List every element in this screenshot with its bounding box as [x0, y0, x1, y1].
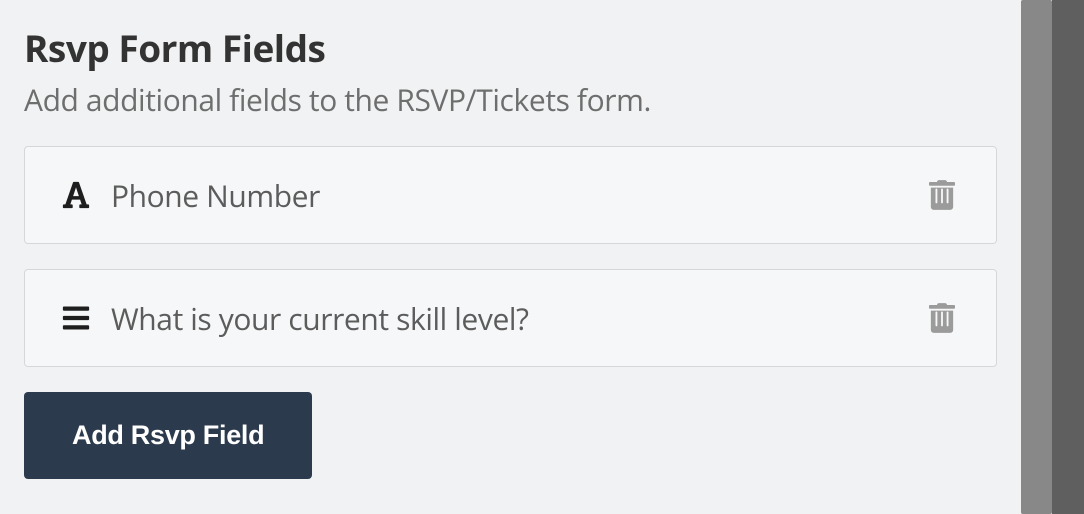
font-icon	[59, 178, 93, 212]
section-subtitle: Add additional fields to the RSVP/Ticket…	[24, 79, 997, 120]
main-content: Rsvp Form Fields Add additional fields t…	[0, 0, 1021, 514]
delete-button[interactable]	[922, 175, 962, 215]
delete-button[interactable]	[922, 298, 962, 338]
right-edge-panel	[1052, 0, 1084, 514]
field-label: Phone Number	[111, 175, 922, 216]
page-viewport: Rsvp Form Fields Add additional fields t…	[0, 0, 1084, 514]
list-icon	[59, 301, 93, 335]
field-card[interactable]: What is your current skill level?	[24, 269, 997, 367]
field-label: What is your current skill level?	[111, 298, 922, 339]
trash-icon	[929, 303, 955, 333]
section-title: Rsvp Form Fields	[24, 22, 997, 73]
field-card[interactable]: Phone Number	[24, 146, 997, 244]
trash-icon	[929, 180, 955, 210]
scrollbar-thumb[interactable]	[1021, 0, 1052, 514]
field-list: Phone Number What is your current skill …	[24, 146, 997, 367]
scrollbar-track[interactable]	[1021, 0, 1052, 514]
add-rsvp-field-button[interactable]: Add Rsvp Field	[24, 392, 312, 479]
